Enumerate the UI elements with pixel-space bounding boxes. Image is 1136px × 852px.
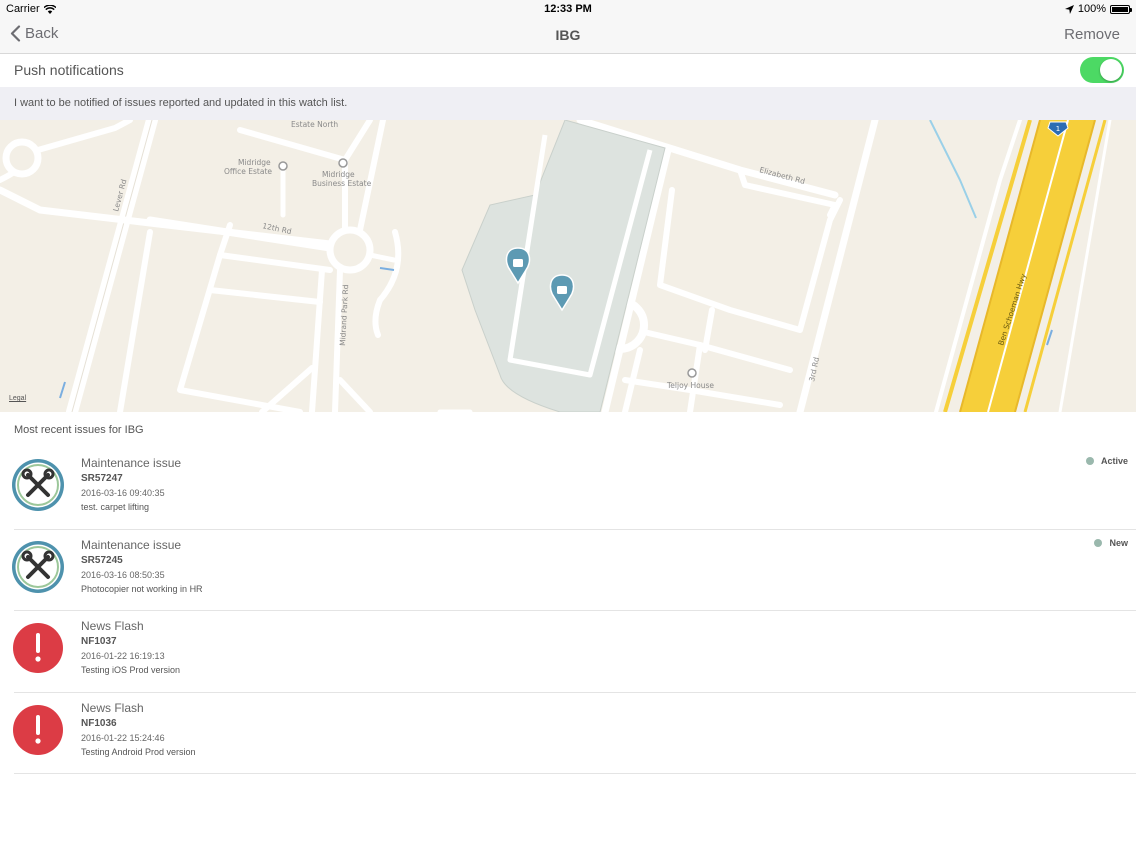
status-label: Active: [1100, 456, 1128, 466]
battery-percent: 100%: [1077, 3, 1106, 15]
svg-text:Estate North: Estate North: [291, 120, 338, 129]
status-bar: Carrier 12:33 PM 100%: [0, 0, 1136, 18]
issue-id: NF1036: [81, 717, 117, 729]
issue-type: News Flash: [81, 619, 144, 633]
legal-link[interactable]: Legal: [9, 395, 26, 402]
navigation-bar: Back IBG Remove: [0, 18, 1136, 54]
exclamation-icon: [13, 704, 63, 755]
toggle-knob: [1100, 59, 1122, 81]
list-item[interactable]: Maintenance issue SR57247 2016-03-16 09:…: [12, 448, 1136, 530]
svg-text:Teljoy House: Teljoy House: [666, 381, 714, 390]
issue-type: Maintenance issue: [81, 456, 182, 470]
chevron-left-icon: [10, 25, 21, 42]
status-badge: Active: [1085, 456, 1128, 466]
exclamation-icon: [13, 623, 63, 673]
push-notifications-toggle[interactable]: [1080, 57, 1124, 83]
issue-id: NF1037: [81, 636, 117, 647]
map-view[interactable]: Estate North Midridge Office Estate Midr…: [0, 120, 1136, 412]
page-title: IBG: [555, 27, 581, 43]
back-label: Back: [25, 25, 59, 42]
status-dot: [1085, 457, 1094, 465]
push-notifications-label: Push notifications: [14, 62, 124, 78]
status-badge: New: [1094, 538, 1128, 548]
issue-type: Maintenance issue: [81, 537, 182, 552]
push-notifications-description: I want to be notified of issues reported…: [0, 87, 1136, 120]
wrench-screwdriver-icon: [12, 540, 64, 593]
issue-date: 2016-01-22 15:24:46: [81, 732, 165, 743]
highway: [943, 120, 1107, 412]
issue-date: 2016-03-16 08:50:35: [81, 569, 165, 580]
issue-date: 2016-01-22 16:19:13: [81, 651, 165, 661]
issue-date: 2016-03-16 09:40:35: [81, 488, 165, 498]
push-notifications-row: Push notifications: [0, 54, 1136, 87]
status-bar-right: 100%: [1064, 3, 1132, 15]
issue-type: News Flash: [81, 700, 144, 715]
clock: 12:33 PM: [544, 3, 592, 15]
status-label: New: [1109, 537, 1128, 548]
map-canvas: Estate North Midridge Office Estate Midr…: [0, 120, 1112, 412]
location-arrow-icon: [1064, 4, 1074, 14]
list-item[interactable]: News Flash NF1036 2016-01-22 15:24:46 Te…: [13, 693, 1136, 774]
issue-description: Photocopier not working in HR: [81, 583, 203, 594]
svg-text:Office Estate: Office Estate: [224, 167, 272, 176]
issue-description: Testing iOS Prod version: [81, 665, 181, 675]
status-dot: [1094, 538, 1103, 547]
issue-id: SR57245: [81, 554, 123, 566]
issue-description: Testing Android Prod version: [81, 746, 196, 757]
push-description-text: I want to be notified of issues reported…: [14, 97, 348, 109]
svg-text:Business Estate: Business Estate: [312, 179, 372, 188]
issue-description: test. carpet lifting: [81, 502, 150, 512]
issue-list: Maintenance issue SR57247 2016-03-16 09:…: [0, 448, 1136, 774]
svg-text:Midridge: Midridge: [238, 158, 271, 167]
svg-text:Midrand Park Rd: Midrand Park Rd: [338, 284, 350, 346]
list-item[interactable]: Maintenance issue SR57245 2016-03-16 08:…: [12, 530, 1136, 611]
svg-text:Midridge: Midridge: [322, 170, 355, 179]
list-item[interactable]: News Flash NF1037 2016-01-22 16:19:13 Te…: [13, 611, 1136, 693]
svg-text:3rd Rd: 3rd Rd: [807, 356, 821, 382]
back-button[interactable]: Back: [10, 25, 58, 42]
wrench-screwdriver-icon: [12, 459, 64, 511]
section-header: Most recent issues for IBG: [14, 424, 144, 436]
issue-id: SR57247: [81, 473, 123, 484]
battery-icon: [1110, 4, 1132, 14]
remove-button[interactable]: Remove: [1064, 26, 1120, 43]
svg-text:1: 1: [1056, 125, 1060, 133]
